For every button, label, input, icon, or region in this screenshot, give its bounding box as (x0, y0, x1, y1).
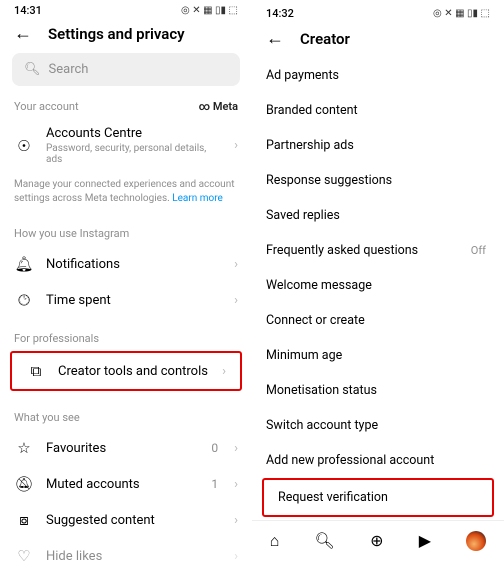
chevron-right-icon: › (234, 441, 238, 456)
accounts-centre-sub: Password, security, personal details, ad… (46, 143, 222, 165)
faq-state: Off (471, 244, 486, 257)
favourites-row[interactable]: ☆ Favourites 0 › (0, 430, 252, 466)
time-spent-row[interactable]: 🕑︎ Time spent › (0, 282, 252, 318)
status-icons: ◎ ✕ ▦ ▯▮ ⬚ (181, 5, 238, 16)
back-arrow-icon[interactable]: ← (266, 30, 284, 48)
settings-screen: 14:31 ◎ ✕ ▦ ▯▮ ⬚ ← Settings and privacy … (0, 0, 252, 560)
profile-avatar[interactable] (466, 531, 486, 551)
hide-likes-label: Hide likes (46, 549, 222, 564)
muted-row[interactable]: 🔕︎ Muted accounts 1 › (0, 466, 252, 502)
chevron-right-icon: › (234, 293, 238, 308)
back-arrow-icon[interactable]: ← (14, 25, 32, 43)
chevron-right-icon: › (234, 513, 238, 528)
faq-row[interactable]: Frequently asked questionsOff (252, 233, 504, 268)
search-icon: 🔍︎ (24, 62, 41, 77)
favourites-count: 0 (211, 441, 218, 455)
chevron-right-icon: › (234, 138, 238, 153)
section-how: How you use Instagram (0, 227, 252, 246)
page-title: Creator (300, 30, 350, 48)
notifications-label: Notifications (46, 257, 222, 272)
muted-label: Muted accounts (46, 477, 199, 492)
search-placeholder: Search (49, 62, 89, 77)
creator-tools-label: Creator tools and controls (58, 364, 210, 379)
ad-payments-row[interactable]: Ad payments (252, 58, 504, 93)
clock-icon: 🕑︎ (14, 291, 34, 309)
partnership-ads-row[interactable]: Partnership ads (252, 128, 504, 163)
suggested-label: Suggested content (46, 513, 222, 528)
section-see: What you see (0, 411, 252, 430)
bell-icon: 🔔︎ (14, 255, 34, 273)
search-input[interactable]: 🔍︎ Search (12, 53, 240, 86)
welcome-message-row[interactable]: Welcome message (252, 268, 504, 303)
branded-content-row[interactable]: Branded content (252, 93, 504, 128)
header: ← Creator (252, 22, 504, 58)
clock: 14:31 (14, 4, 42, 17)
hide-likes-row[interactable]: ♡ Hide likes › (0, 538, 252, 574)
switch-account-type-row[interactable]: Switch account type (252, 408, 504, 443)
saved-replies-row[interactable]: Saved replies (252, 198, 504, 233)
connect-or-create-row[interactable]: Connect or create (252, 303, 504, 338)
accounts-centre-row[interactable]: ☉ Accounts Centre Password, security, pe… (0, 117, 252, 174)
accounts-centre-title: Accounts Centre (46, 126, 222, 141)
muted-count: 1 (211, 477, 218, 491)
notifications-row[interactable]: 🔔︎ Notifications › (0, 246, 252, 282)
suggested-icon: ⧇ (14, 511, 34, 529)
chevron-right-icon: › (234, 257, 238, 272)
search-icon[interactable]: 🔍︎ (315, 531, 335, 550)
new-post-icon[interactable]: ⊕ (370, 531, 383, 550)
home-icon[interactable]: ⌂ (270, 531, 280, 551)
status-bar: 14:31 ◎ ✕ ▦ ▯▮ ⬚ (0, 0, 252, 17)
status-bar: 14:32 ◎ ✕ ▦ ▯▮ ⬚ (252, 0, 504, 22)
meta-brand-icon: ∞ Meta (199, 100, 238, 113)
hide-icon: ♡ (14, 547, 34, 565)
creator-tools-row[interactable]: ⧉ Creator tools and controls › (12, 353, 240, 389)
section-pro: For professionals (0, 332, 252, 351)
response-suggestions-row[interactable]: Response suggestions (252, 163, 504, 198)
time-spent-label: Time spent (46, 293, 222, 308)
clock: 14:32 (266, 7, 294, 20)
status-icons: ◎ ✕ ▦ ▯▮ ⬚ (433, 8, 490, 19)
chevron-right-icon: › (234, 549, 238, 564)
monetisation-status-row[interactable]: Monetisation status (252, 373, 504, 408)
header: ← Settings and privacy (0, 17, 252, 53)
minimum-age-row[interactable]: Minimum age (252, 338, 504, 373)
favourites-label: Favourites (46, 441, 199, 456)
fine-print: Manage your connected experiences and ac… (0, 174, 252, 213)
request-verification-row[interactable]: Request verification (264, 480, 492, 515)
creator-screen: 14:32 ◎ ✕ ▦ ▯▮ ⬚ ← Creator Ad payments B… (252, 0, 504, 560)
bottom-nav: ⌂ 🔍︎ ⊕ ▶ (252, 520, 504, 560)
add-pro-account-row[interactable]: Add new professional account (252, 443, 504, 478)
person-icon: ☉ (14, 137, 34, 155)
chevron-right-icon: › (222, 364, 226, 379)
chevron-right-icon: › (234, 477, 238, 492)
your-account-label: Your account (14, 100, 79, 113)
bell-off-icon: 🔕︎ (14, 475, 34, 493)
star-icon: ☆ (14, 439, 34, 457)
reels-icon[interactable]: ▶ (419, 531, 431, 550)
learn-more-link[interactable]: Learn more (172, 193, 223, 204)
creator-list: Ad payments Branded content Partnership … (252, 58, 504, 517)
page-title: Settings and privacy (48, 25, 185, 43)
chart-icon: ⧉ (26, 362, 46, 380)
suggested-row[interactable]: ⧇ Suggested content › (0, 502, 252, 538)
